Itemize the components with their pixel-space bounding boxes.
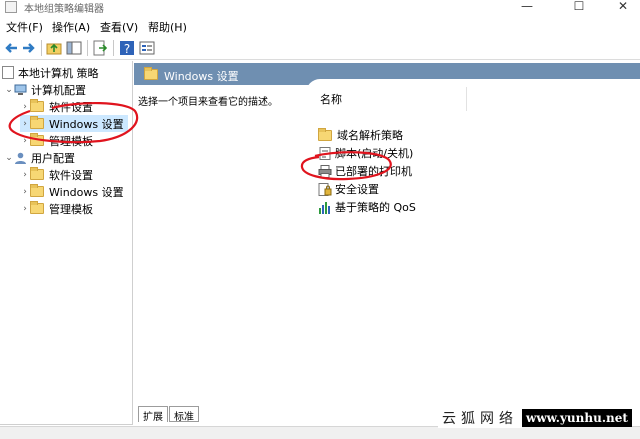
list-item[interactable]: 脚本(启动/关机): [318, 145, 413, 161]
tree-label: 用户配置: [31, 151, 75, 165]
tree-item-uc-admin[interactable]: › 管理模板: [20, 200, 93, 217]
help-icon[interactable]: ?: [119, 40, 135, 56]
qos-chart-icon: [318, 201, 332, 214]
folder-icon: [30, 167, 44, 180]
watermark: 云狐网络 www.yunhu.net: [438, 407, 632, 429]
chevron-right-icon[interactable]: ›: [20, 102, 30, 112]
tree-label: 管理模板: [49, 202, 93, 216]
tree-label: 软件设置: [49, 168, 93, 182]
chevron-right-icon[interactable]: ›: [20, 119, 30, 129]
script-icon: [318, 147, 332, 160]
chevron-down-icon[interactable]: ⌄: [4, 85, 14, 95]
tree-item-computer-config[interactable]: ⌄ 计算机配置: [4, 81, 86, 98]
back-arrow-icon[interactable]: [3, 40, 19, 56]
folder-icon: [30, 133, 44, 146]
description-text: 选择一个项目来查看它的描述。: [138, 97, 278, 108]
minimize-button[interactable]: —: [504, 0, 550, 16]
tab-standard[interactable]: 标准: [169, 406, 199, 423]
tree-item-cc-admin[interactable]: › 管理模板: [20, 132, 93, 149]
list-item[interactable]: 基于策略的 QoS: [318, 199, 416, 215]
toolbar-separator: [113, 40, 114, 56]
console-tree: 本地计算机 策略 ⌄ 计算机配置 › 软件设置 › Windows 设置 › 管…: [0, 61, 133, 425]
tab-extended[interactable]: 扩展: [138, 406, 168, 423]
chevron-down-icon[interactable]: ⌄: [4, 153, 14, 163]
close-button[interactable]: ✕: [600, 0, 640, 16]
list-item[interactable]: 域名解析策略: [318, 127, 403, 143]
list-item-label: 脚本(启动/关机): [335, 147, 414, 160]
details-pane: Windows 设置 选择一个项目来查看它的描述。 名称 域名解析策略 脚本(启…: [134, 61, 640, 406]
list-item[interactable]: 已部署的打印机: [318, 163, 412, 179]
menu-bar: 文件(F) 操作(A) 查看(V) 帮助(H): [0, 16, 640, 36]
column-divider[interactable]: [466, 87, 467, 111]
computer-icon: [14, 84, 27, 95]
title-bar: 本地组策略编辑器 — ☐ ✕: [0, 0, 640, 16]
list-item-label: 安全设置: [335, 183, 379, 196]
toolbar-separator: [41, 40, 42, 56]
show-hide-tree-icon[interactable]: [66, 40, 82, 56]
tree-item-user-config[interactable]: ⌄ 用户配置: [4, 149, 75, 166]
policy-document-icon: [2, 66, 14, 79]
tree-item-uc-windows[interactable]: › Windows 设置: [20, 183, 124, 200]
list-item[interactable]: 安全设置: [318, 181, 379, 197]
menu-file[interactable]: 文件(F): [6, 19, 43, 35]
list-item-label: 域名解析策略: [337, 129, 403, 142]
tree-item-cc-windows[interactable]: › Windows 设置: [20, 115, 128, 132]
export-list-icon[interactable]: [92, 40, 108, 56]
svg-text:?: ?: [124, 42, 130, 56]
list-item-label: 基于策略的 QoS: [335, 201, 416, 214]
menu-help[interactable]: 帮助(H): [148, 19, 187, 35]
folder-icon: [30, 184, 44, 197]
items-list: 名称 域名解析策略 脚本(启动/关机) 已部署的打印机 安全设置 基于策略的 Q…: [306, 79, 640, 406]
user-icon: [14, 152, 27, 164]
tree-label: 管理模板: [49, 134, 93, 148]
folder-icon: [144, 67, 158, 80]
tree-label: Windows 设置: [49, 185, 124, 199]
maximize-button[interactable]: ☐: [556, 0, 602, 16]
watermark-text: 云狐网络: [438, 408, 522, 428]
tree-label: 计算机配置: [31, 83, 86, 97]
folder-icon: [30, 201, 44, 214]
chevron-right-icon[interactable]: ›: [20, 170, 30, 180]
chevron-right-icon[interactable]: ›: [20, 187, 30, 197]
window-title: 本地组策略编辑器: [24, 4, 104, 15]
tree-item-uc-software[interactable]: › 软件设置: [20, 166, 93, 183]
watermark-url: www.yunhu.net: [522, 409, 632, 427]
chevron-right-icon[interactable]: ›: [20, 136, 30, 146]
folder-icon: [318, 127, 332, 141]
folder-icon: [30, 116, 44, 129]
forward-arrow-icon[interactable]: [21, 40, 37, 56]
folder-icon: [30, 99, 44, 112]
menu-action[interactable]: 操作(A): [52, 19, 90, 35]
tree-item-root[interactable]: 本地计算机 策略: [2, 64, 99, 81]
tree-item-cc-software[interactable]: › 软件设置: [20, 98, 93, 115]
app-icon: [5, 1, 17, 13]
up-folder-icon[interactable]: [46, 40, 62, 56]
details-header-title: Windows 设置: [164, 70, 239, 83]
toolbar: ?: [0, 36, 640, 60]
menu-view[interactable]: 查看(V): [100, 19, 138, 35]
column-header-name[interactable]: 名称: [320, 91, 342, 107]
tree-label: 本地计算机 策略: [18, 66, 99, 80]
properties-icon[interactable]: [139, 40, 155, 56]
list-item-label: 已部署的打印机: [335, 165, 412, 178]
toolbar-separator: [87, 40, 88, 56]
security-settings-icon: [318, 183, 332, 196]
tree-label: Windows 设置: [49, 117, 124, 131]
chevron-right-icon[interactable]: ›: [20, 204, 30, 214]
printer-icon: [318, 165, 332, 178]
tree-label: 软件设置: [49, 100, 93, 114]
